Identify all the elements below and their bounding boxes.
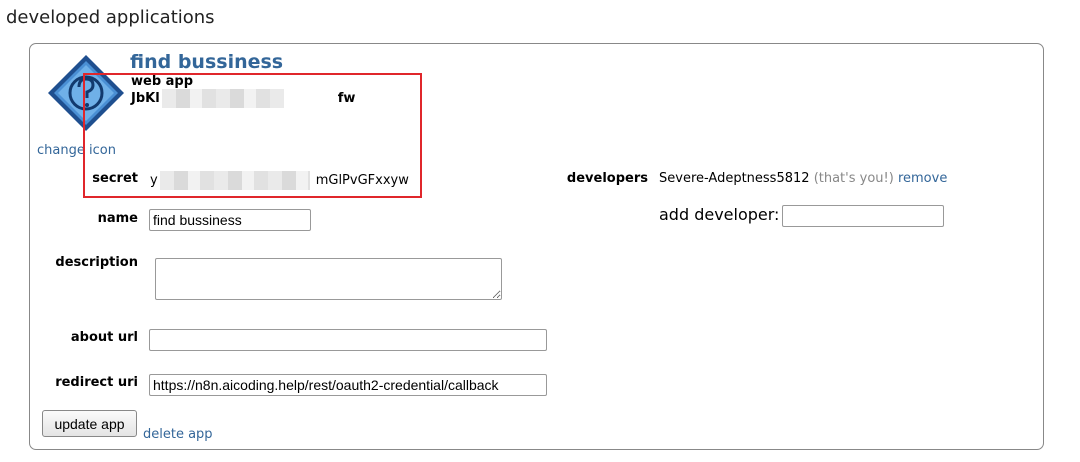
add-developer-label: add developer: (659, 205, 780, 224)
about-url-label: about url (70, 330, 138, 345)
developer-list-item: Severe-Adeptness5812 (that's you!) remov… (659, 171, 947, 186)
secret-end: mGlPvGFxxyw (315, 173, 409, 188)
update-app-button[interactable]: update app (42, 410, 137, 437)
delete-app-link[interactable]: delete app (143, 427, 213, 442)
secret-label: secret (92, 171, 138, 186)
secret-value: y mGlPvGFxxyw (150, 171, 409, 190)
client-id-end: fw (337, 91, 356, 106)
change-icon-link[interactable]: change icon (37, 143, 116, 158)
secret-start: y (150, 173, 158, 188)
section-title: developed applications (6, 7, 215, 28)
about-url-input[interactable] (149, 329, 547, 351)
developer-name: Severe-Adeptness5812 (659, 171, 810, 186)
redirect-uri-input[interactable] (149, 374, 547, 396)
client-id-start: JbKl (131, 91, 160, 106)
app-name: find bussiness (130, 51, 284, 73)
developers-label: developers (566, 171, 648, 186)
name-input[interactable] (149, 209, 311, 231)
page: developed applications change icon find … (0, 0, 1080, 462)
description-textarea[interactable] (155, 258, 502, 300)
name-label: name (97, 211, 138, 226)
question-mark-diamond-icon[interactable] (46, 53, 126, 133)
redacted-block (159, 171, 310, 190)
remove-developer-link[interactable]: remove (898, 171, 947, 186)
redacted-block (161, 89, 284, 108)
add-developer-input[interactable] (782, 205, 944, 227)
app-type: web app (131, 74, 194, 89)
redirect-uri-label: redirect uri (55, 375, 138, 390)
description-label: description (55, 255, 138, 270)
client-id: JbKl fw (131, 89, 355, 108)
developer-note: (that's you!) (813, 171, 894, 186)
